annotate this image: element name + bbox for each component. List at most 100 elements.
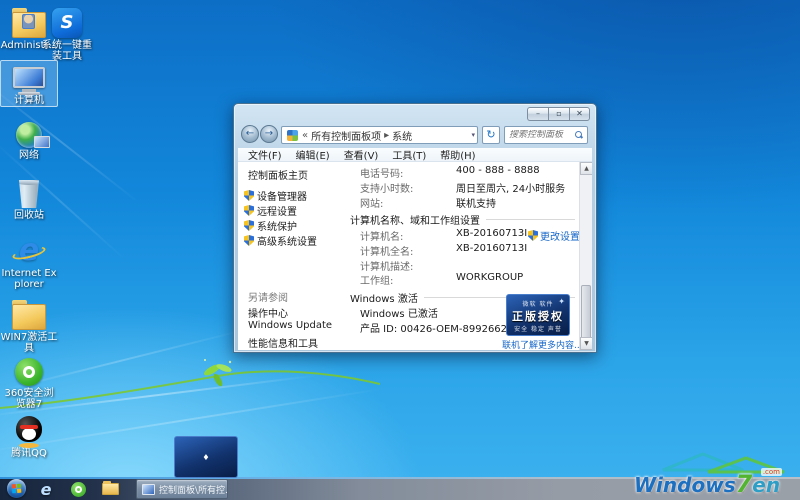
desktop-icon-label: 计算机 bbox=[1, 95, 57, 106]
desktop-icon-win7-activator[interactable]: ♦ WIN7激活工具 bbox=[0, 298, 58, 354]
menu-help[interactable]: 帮助(H) bbox=[440, 147, 475, 162]
recycle-bin-icon bbox=[17, 180, 41, 208]
back-button[interactable]: ← bbox=[241, 125, 259, 143]
start-button[interactable] bbox=[7, 479, 26, 498]
sidebar-item-advanced-system-settings[interactable]: 高级系统设置 bbox=[244, 233, 317, 248]
sidebar-item-windows-update[interactable]: Windows Update bbox=[248, 320, 332, 331]
online-support-link[interactable]: 联机支持 bbox=[456, 195, 496, 210]
sidebar-item-label: 高级系统设置 bbox=[257, 233, 317, 248]
windows7en-watermark: Windows7en .com bbox=[628, 452, 798, 500]
menu-view[interactable]: 查看(V) bbox=[344, 147, 379, 162]
uac-shield-icon bbox=[244, 220, 254, 231]
refresh-button[interactable]: ↻ bbox=[482, 126, 500, 144]
badge-main-text: 正版授权 bbox=[507, 308, 569, 324]
desktop-icon-network[interactable]: 网络 bbox=[0, 116, 58, 161]
360-browser-icon bbox=[71, 482, 86, 497]
workgroup-label: 工作组: bbox=[360, 272, 393, 287]
window-caption-buttons: – ▫ ✕ bbox=[527, 107, 590, 121]
desktop-icon-system-reinstall[interactable]: S 系统一键重装工具 bbox=[38, 6, 96, 62]
internet-explorer-icon: e bbox=[41, 480, 52, 499]
uac-shield-icon bbox=[244, 235, 254, 246]
uac-shield-icon bbox=[528, 230, 538, 241]
watermark-com: .com bbox=[761, 468, 782, 476]
minimize-button[interactable]: – bbox=[527, 107, 548, 121]
menu-edit[interactable]: 编辑(E) bbox=[296, 147, 330, 162]
computer-name-value: XB-20160713I bbox=[456, 228, 527, 239]
desktop-icon-label: 网络 bbox=[0, 150, 58, 161]
activation-status: Windows 已激活 bbox=[360, 305, 438, 320]
scrollbar-thumb[interactable] bbox=[581, 285, 591, 343]
sidebar-item-label: 远程设置 bbox=[257, 203, 297, 218]
360-browser-icon bbox=[15, 358, 43, 386]
desktop-icon-360-browser[interactable]: 360安全浏览器7 bbox=[0, 354, 58, 410]
sidebar-see-also-header: 另请参阅 bbox=[248, 289, 288, 304]
phone-label: 电话号码: bbox=[360, 165, 403, 180]
uac-shield-icon bbox=[244, 205, 254, 216]
computer-description-label: 计算机描述: bbox=[360, 258, 413, 273]
sidebar-item-system-protection[interactable]: 系统保护 bbox=[244, 218, 297, 233]
change-settings-link[interactable]: 更改设置 bbox=[540, 228, 580, 243]
search-icon[interactable] bbox=[575, 131, 583, 139]
window-content: 控制面板主页 设备管理器 远程设置 系统保护 高级系统设置 另请参阅 bbox=[238, 162, 592, 350]
genuine-software-badge[interactable]: ✦ 微软 软件 正版授权 安全 稳定 声誉 bbox=[506, 294, 570, 336]
address-dropdown-icon[interactable]: ▾ bbox=[471, 131, 475, 139]
control-panel-icon bbox=[287, 130, 298, 141]
scroll-down-arrow[interactable]: ▼ bbox=[580, 337, 592, 350]
sidebar-item-remote-settings[interactable]: 远程设置 bbox=[244, 203, 297, 218]
menu-tools[interactable]: 工具(T) bbox=[392, 147, 426, 162]
desktop-icon-qq[interactable]: 腾讯QQ bbox=[0, 414, 58, 459]
search-box[interactable] bbox=[504, 126, 588, 144]
breadcrumb-all-control-panel-items[interactable]: 所有控制面板项 bbox=[311, 128, 381, 143]
close-button[interactable]: ✕ bbox=[569, 107, 590, 121]
sidebar-item-control-panel-home[interactable]: 控制面板主页 bbox=[248, 167, 308, 182]
scroll-up-arrow[interactable]: ▲ bbox=[580, 162, 592, 175]
desktop-icon-internet-explorer[interactable]: e Internet Explorer bbox=[0, 234, 58, 290]
system-reinstall-tool-icon: S bbox=[52, 8, 82, 38]
desktop-icon-recycle-bin[interactable]: 回收站 bbox=[0, 176, 58, 221]
uac-shield-icon bbox=[244, 190, 254, 201]
forward-button[interactable]: → bbox=[260, 125, 278, 143]
desktop-icon-label: 360安全浏览器7 bbox=[0, 388, 58, 410]
windows-flag-icon bbox=[12, 484, 22, 494]
phone-value: 400 - 888 - 8888 bbox=[456, 165, 540, 176]
navigation-bar: ← → « 所有控制面板项 ▸ 系统 ▾ ↻ bbox=[238, 122, 592, 148]
search-input[interactable] bbox=[509, 130, 575, 140]
breadcrumb-overflow[interactable]: « bbox=[302, 130, 308, 141]
computer-fullname-label: 计算机全名: bbox=[360, 243, 413, 258]
learn-more-online-link[interactable]: 联机了解更多内容... bbox=[502, 338, 583, 350]
support-hours-value: 周日至周六, 24小时服务 bbox=[456, 180, 565, 195]
watermark-text: Windows7en bbox=[634, 470, 780, 498]
breadcrumb-system[interactable]: 系统 bbox=[392, 128, 412, 143]
website-label: 网站: bbox=[360, 195, 383, 210]
system-info-pane: 电话号码: 400 - 888 - 8888 支持小时数: 周日至周六, 24小… bbox=[344, 162, 579, 350]
sidebar-item-device-manager[interactable]: 设备管理器 bbox=[244, 188, 307, 203]
taskbar-360-browser[interactable] bbox=[68, 479, 88, 499]
menu-bar: 文件(F) 编辑(E) 查看(V) 工具(T) 帮助(H) bbox=[238, 148, 592, 162]
taskbar-task-control-panel[interactable]: 控制面板\所有控... bbox=[136, 479, 228, 499]
section-windows-activation-header: Windows 激活 bbox=[350, 290, 418, 305]
address-bar[interactable]: « 所有控制面板项 ▸ 系统 ▾ bbox=[281, 126, 478, 144]
desktop-icon-label: Internet Explorer bbox=[0, 268, 58, 290]
qq-icon bbox=[16, 416, 42, 446]
taskbar-explorer[interactable] bbox=[100, 479, 120, 499]
sidebar-item-action-center[interactable]: 操作中心 bbox=[248, 305, 288, 320]
desktop-icon-label: 系统一键重装工具 bbox=[38, 40, 96, 62]
change-settings[interactable]: 更改设置 bbox=[528, 228, 580, 243]
badge-bottom-text: 安全 稳定 声誉 bbox=[507, 324, 569, 333]
sidebar: 控制面板主页 设备管理器 远程设置 系统保护 高级系统设置 另请参阅 bbox=[238, 162, 344, 350]
computer-icon bbox=[13, 67, 45, 93]
support-hours-label: 支持小时数: bbox=[360, 180, 413, 195]
desktop-icon-computer[interactable]: 计算机 bbox=[0, 60, 58, 107]
desktop-icon-label: 回收站 bbox=[0, 210, 58, 221]
desktop: Administr... S 系统一键重装工具 计算机 网络 回收站 e Int… bbox=[0, 0, 800, 500]
badge-top-text: 微软 软件 bbox=[507, 299, 569, 308]
menu-file[interactable]: 文件(F) bbox=[248, 147, 282, 162]
workgroup-value: WORKGROUP bbox=[456, 272, 523, 283]
sidebar-item-label: 设备管理器 bbox=[257, 188, 307, 203]
vertical-scrollbar[interactable]: ▲ ▼ bbox=[579, 162, 592, 350]
maximize-button[interactable]: ▫ bbox=[548, 107, 569, 121]
taskbar-internet-explorer[interactable]: e bbox=[36, 479, 56, 499]
system-control-panel-window: – ▫ ✕ ← → « 所有控制面板项 ▸ 系统 ▾ ↻ 文件(F) 编辑(E) bbox=[233, 103, 597, 353]
sidebar-item-performance-tools[interactable]: 性能信息和工具 bbox=[248, 335, 318, 350]
desktop-icon-label: WIN7激活工具 bbox=[0, 332, 58, 354]
